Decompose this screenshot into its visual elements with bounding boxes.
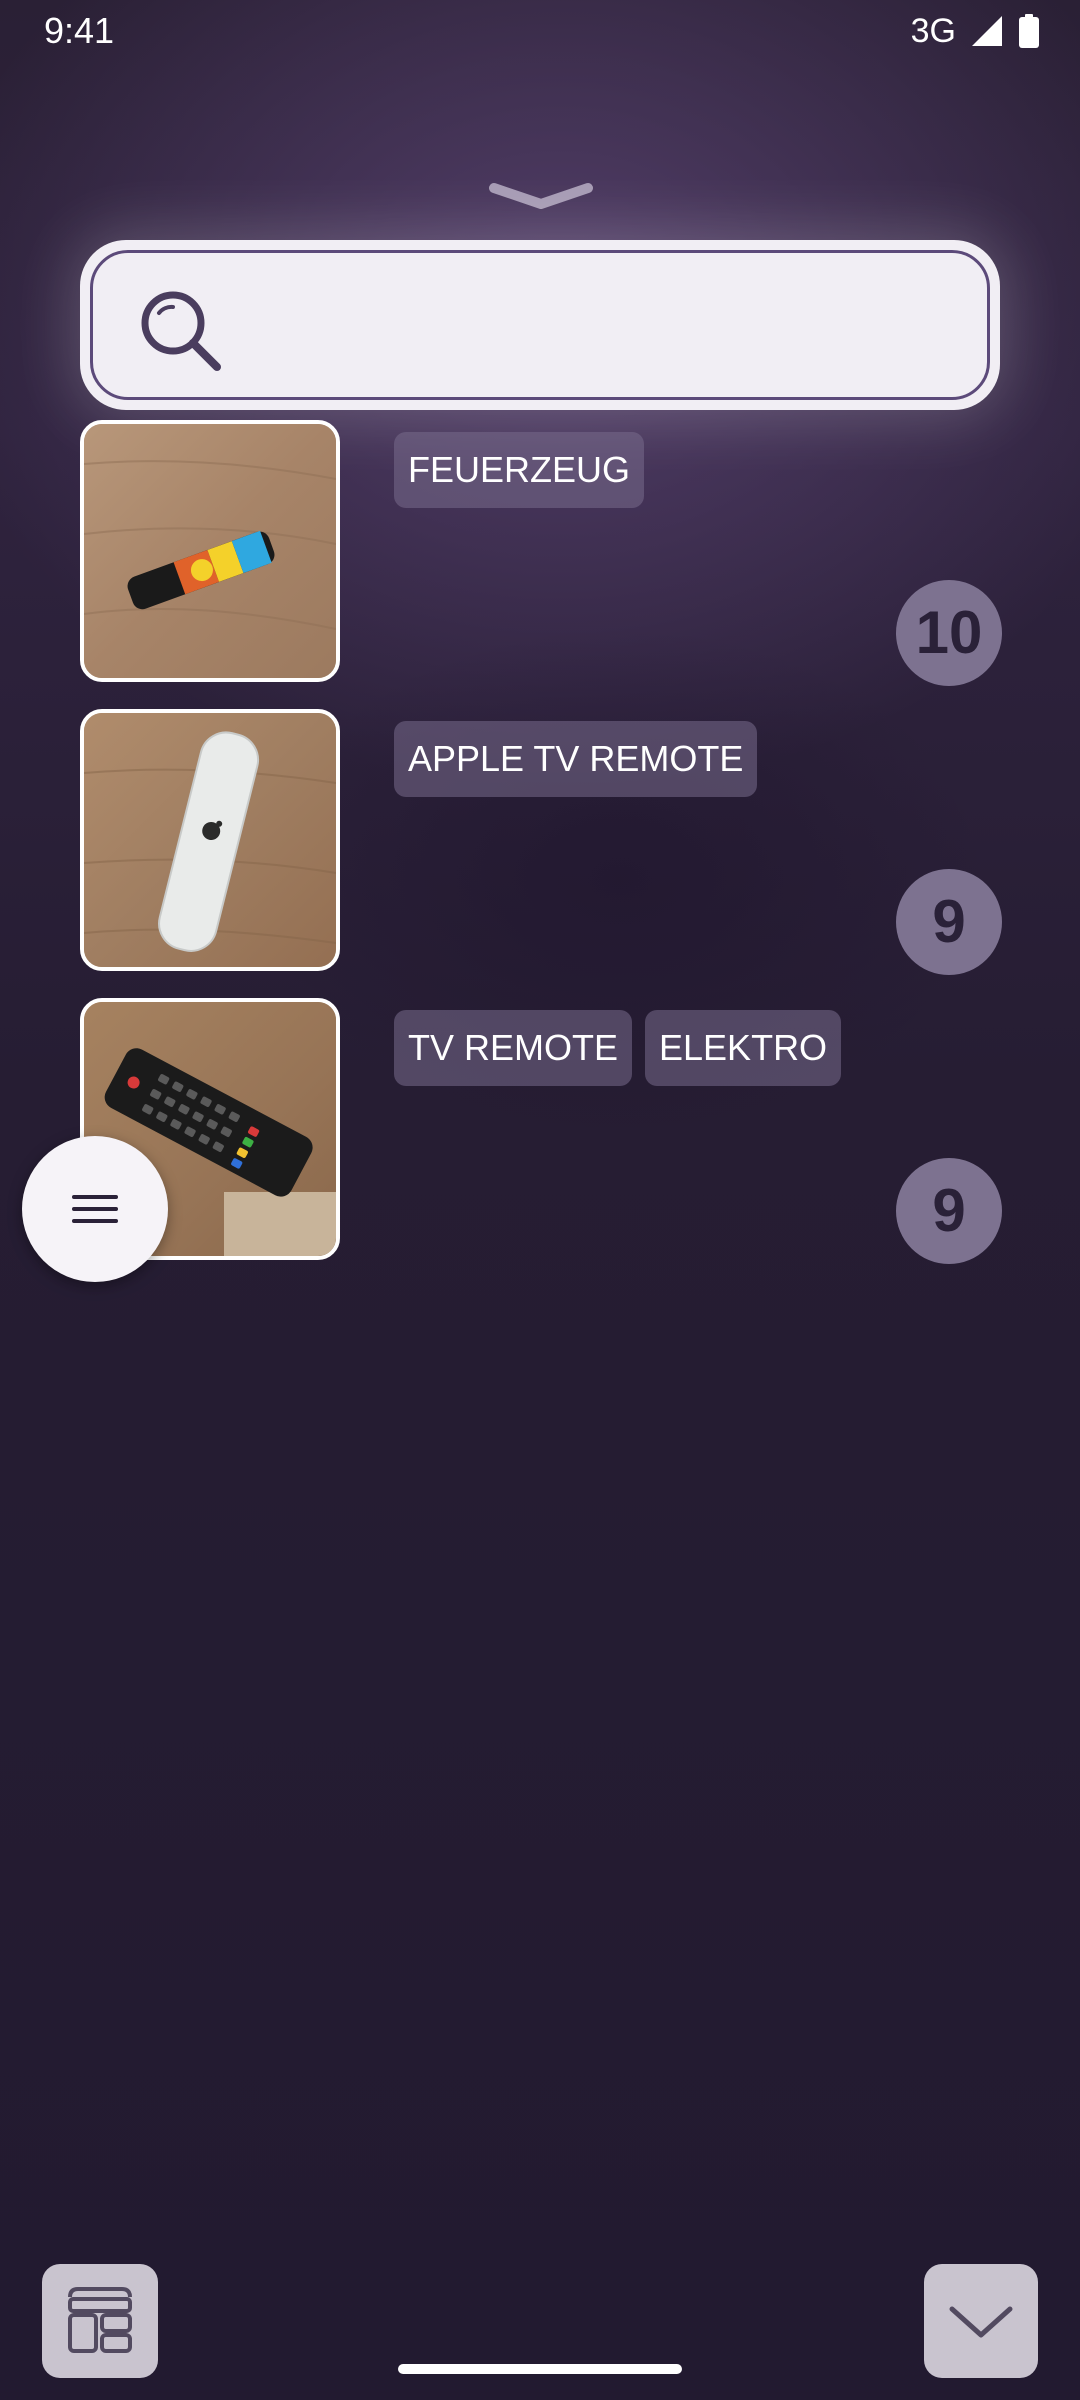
chevron-down-icon — [949, 2306, 1013, 2338]
item-thumbnail[interactable] — [80, 420, 340, 682]
count-badge: 9 — [896, 1158, 1002, 1264]
tag-chip[interactable]: FEUERZEUG — [394, 432, 645, 508]
search-input[interactable] — [243, 283, 957, 375]
list-item[interactable]: FEUERZEUG 10 — [0, 420, 1080, 686]
search-bar — [80, 240, 1000, 410]
tag-chip[interactable]: APPLE TV REMOTE — [394, 721, 758, 797]
item-tags: FEUERZEUG — [394, 432, 645, 508]
tag-chip[interactable]: ELEKTRO — [645, 1010, 842, 1086]
menu-button[interactable] — [22, 1136, 168, 1282]
item-thumbnail[interactable] — [80, 709, 340, 971]
layout-grid-icon — [68, 2287, 132, 2353]
search-field-frame — [90, 250, 990, 400]
menu-icon — [72, 1195, 118, 1223]
home-indicator[interactable] — [398, 2364, 682, 2374]
signal-icon — [972, 16, 1002, 46]
item-tags: TV REMOTE ELEKTRO — [394, 1010, 842, 1086]
status-time: 9:41 — [44, 10, 115, 51]
status-bar: 9:41 3G — [0, 0, 1080, 62]
tag-chip[interactable]: TV REMOTE — [394, 1010, 633, 1086]
chevron-down-icon[interactable] — [486, 176, 596, 216]
count-badge: 9 — [896, 869, 1002, 975]
apple-tv-remote-photo — [84, 713, 336, 967]
list-item[interactable]: APPLE TV REMOTE 9 — [0, 709, 1080, 975]
item-tags: APPLE TV REMOTE — [394, 721, 758, 797]
lighter-photo — [84, 424, 336, 678]
layout-toggle-button[interactable] — [42, 2264, 158, 2378]
count-badge: 10 — [896, 580, 1002, 686]
collapse-button[interactable] — [924, 2264, 1038, 2378]
search-icon — [141, 291, 221, 371]
battery-icon — [1019, 14, 1039, 48]
network-type: 3G — [910, 11, 956, 50]
status-indicators: 3G — [911, 10, 1040, 52]
